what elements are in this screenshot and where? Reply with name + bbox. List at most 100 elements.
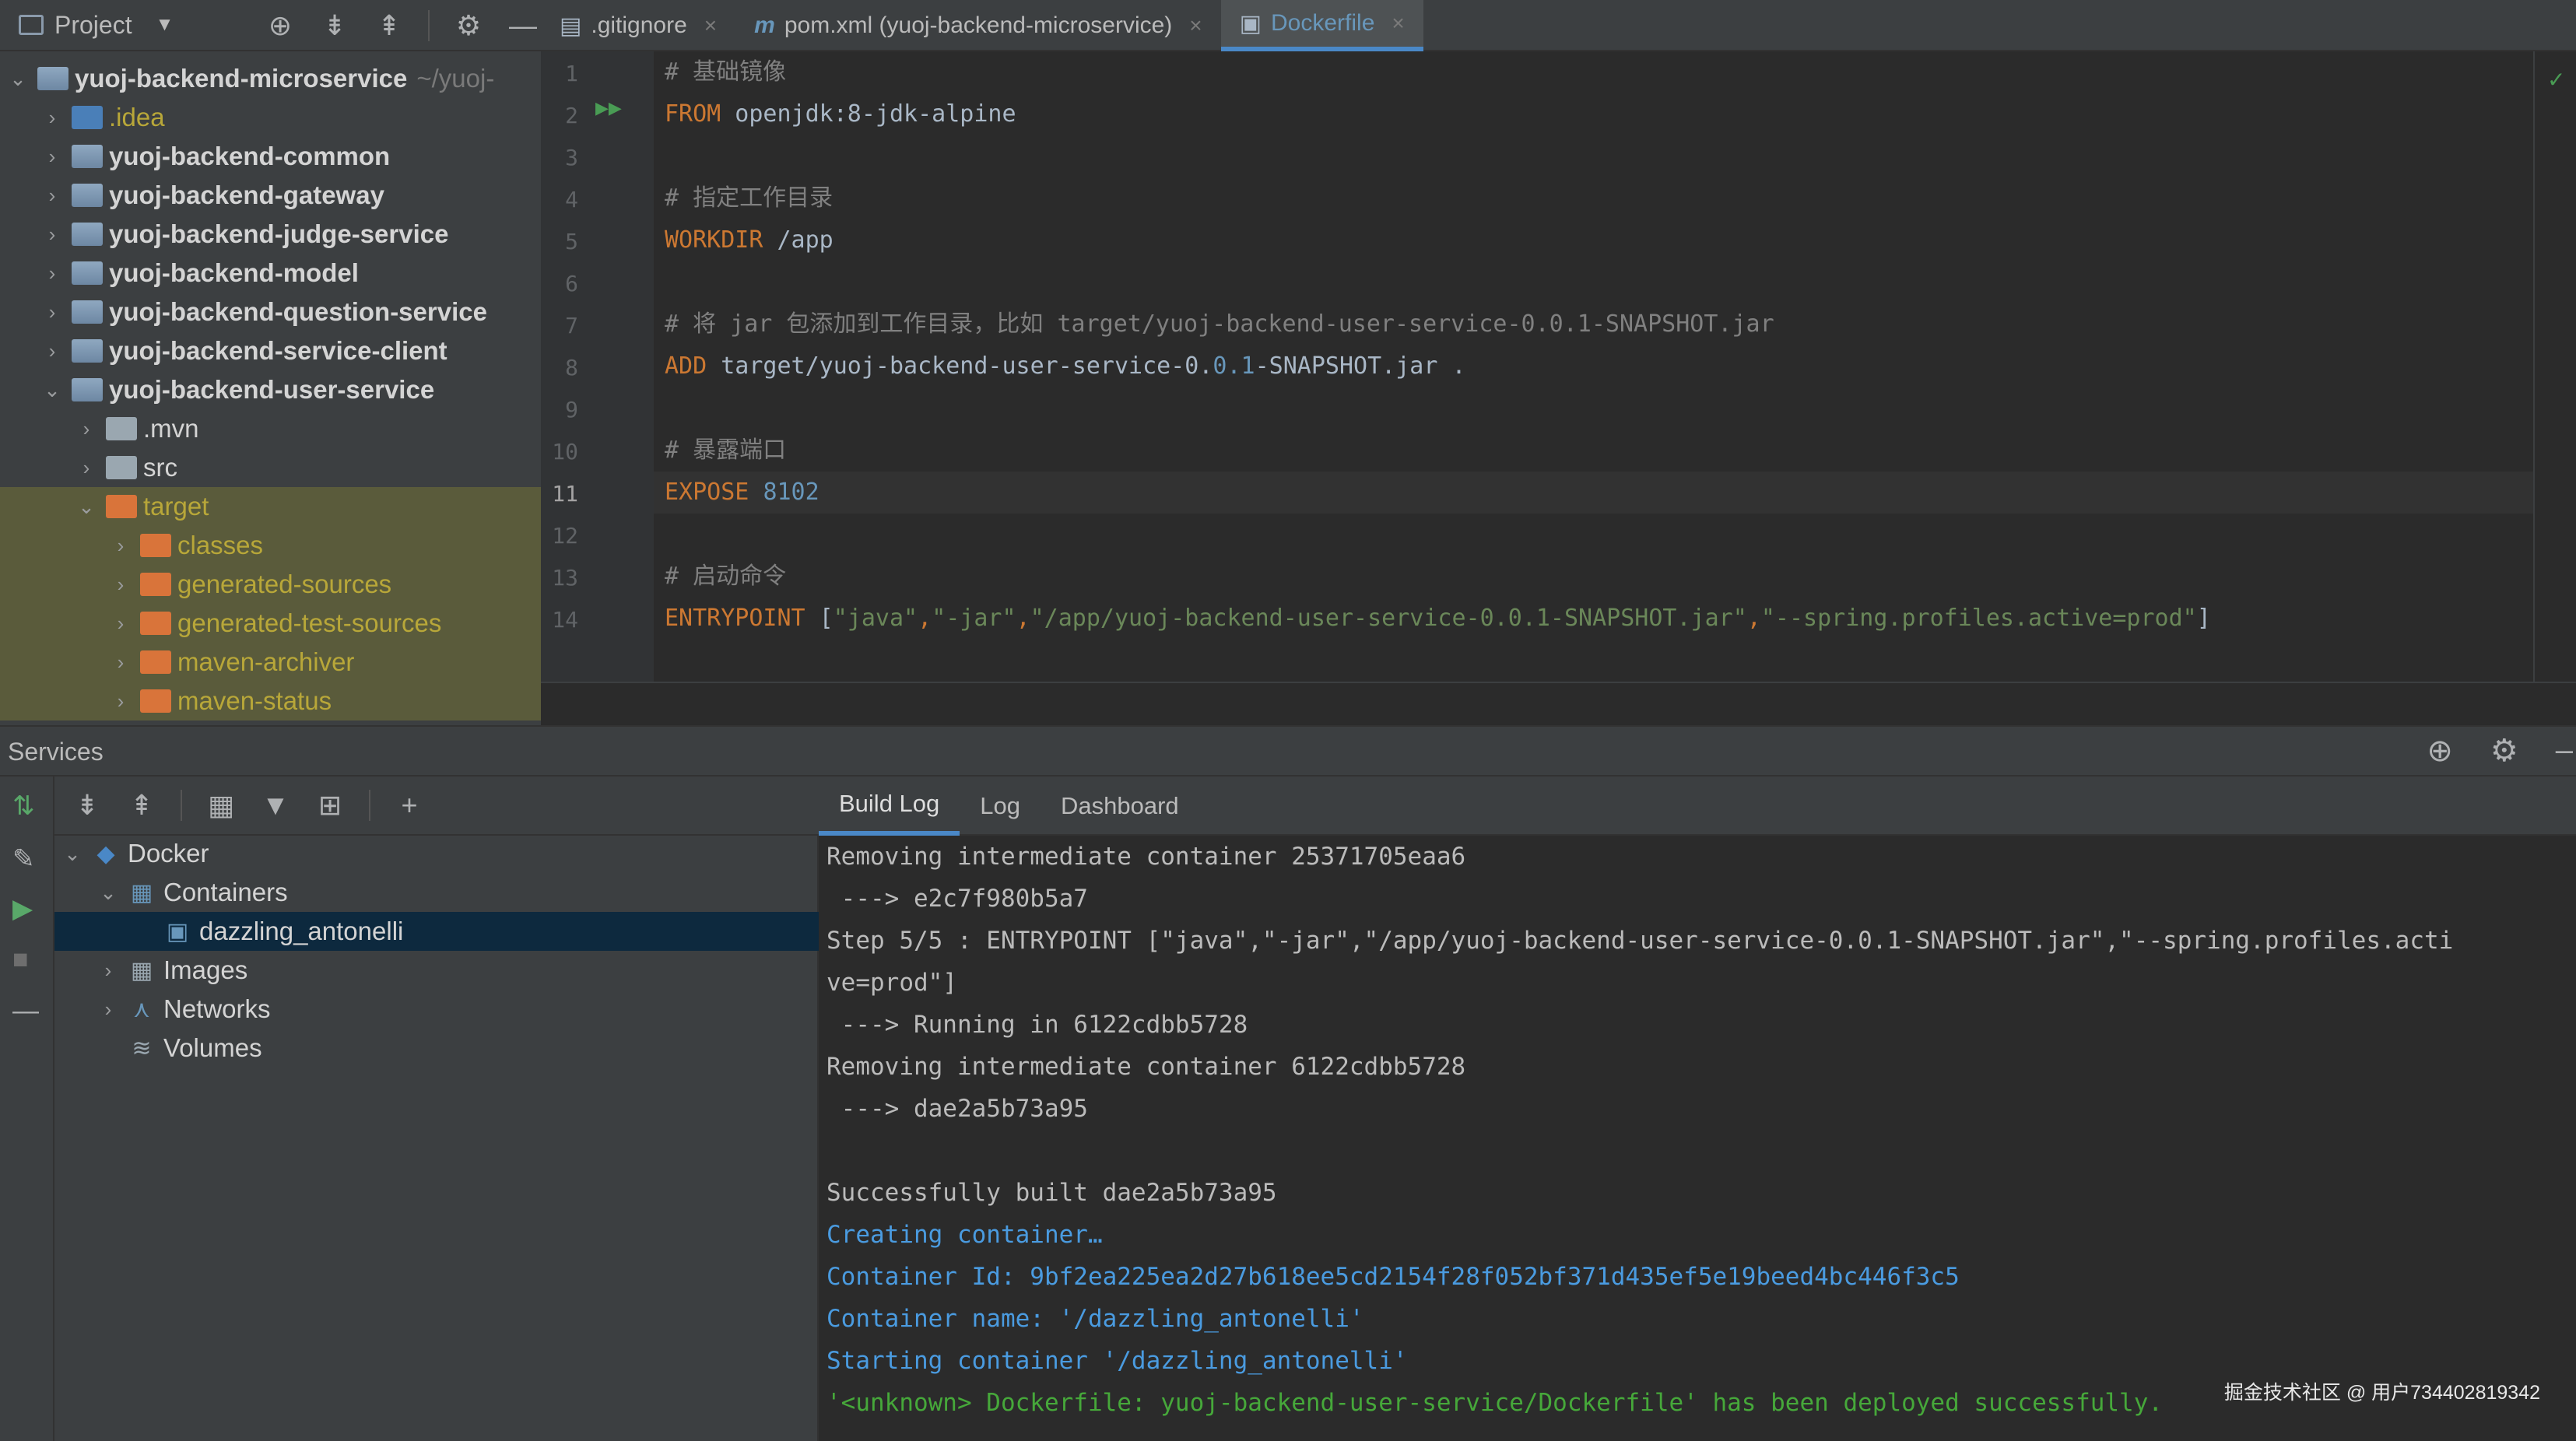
project-panel-header: Project ▼ ⊕ ⇟ ⇞ ⚙ — <box>0 0 541 51</box>
chevron-right-icon[interactable]: › <box>40 145 64 169</box>
build-log[interactable]: Removing intermediate container 25371705… <box>819 836 2576 1441</box>
chevron-right-icon[interactable]: › <box>75 456 98 480</box>
chevron-right-icon[interactable]: › <box>109 650 132 675</box>
code-line: # 指定工作目录 <box>665 177 833 219</box>
services-tree-item[interactable]: ⌄ ◆ Docker <box>54 834 819 873</box>
tree-item[interactable]: ⌄ target <box>0 487 541 526</box>
run-icon[interactable]: ▶▶ <box>595 98 622 118</box>
chevron-right-icon[interactable]: › <box>109 689 132 713</box>
expand-all-icon[interactable]: ⇟ <box>72 789 103 822</box>
tree-item[interactable]: › maven-status <box>0 682 541 720</box>
close-icon[interactable]: × <box>1189 13 1202 38</box>
tree-item[interactable]: ⌄ yuoj-backend-microservice ~/yuoj- <box>0 59 541 98</box>
tree-item[interactable]: › yuoj-backend-gateway <box>0 176 541 215</box>
tree-item[interactable]: › yuoj-backend-model <box>0 254 541 293</box>
tree-item[interactable]: › src <box>0 448 541 487</box>
chevron-right-icon[interactable]: › <box>40 339 64 363</box>
hide-icon[interactable]: — <box>507 9 539 42</box>
services-tree-label: Networks <box>163 994 271 1023</box>
chevron-right-icon[interactable]: › <box>40 106 64 130</box>
group-by-icon[interactable]: ▦ <box>205 789 237 822</box>
log-tab[interactable]: Build Log <box>819 777 960 836</box>
folder-icon <box>140 573 171 596</box>
chevron-right-icon[interactable]: › <box>40 184 64 208</box>
expand-all-icon[interactable]: ⇟ <box>319 9 350 42</box>
close-icon[interactable]: × <box>1392 11 1404 36</box>
chevron-right-icon[interactable]: › <box>40 261 64 286</box>
gear-icon[interactable]: ⚙ <box>453 9 484 42</box>
editor-tab[interactable]: ▣ Dockerfile × <box>1220 0 1423 51</box>
code-editor[interactable]: # 基础镜像 FROM openjdk:8-jdk-alpine # 指定工作目录 W… <box>654 51 2533 682</box>
tree-item[interactable]: ⌄ yuoj-backend-user-service <box>0 370 541 409</box>
collapse-all-icon[interactable]: ⇞ <box>374 9 405 42</box>
log-line: '<unknown> Dockerfile: yuoj-backend-user… <box>826 1389 2164 1417</box>
remove-icon[interactable]: — <box>12 996 39 1026</box>
tree-item[interactable]: › yuoj-backend-question-service <box>0 293 541 331</box>
tree-item[interactable]: › .idea <box>0 98 541 137</box>
locate-icon[interactable]: ⊕ <box>2427 733 2453 769</box>
tree-item[interactable]: › yuoj-backend-common <box>0 137 541 176</box>
chevron-down-icon[interactable]: ⌄ <box>75 495 98 519</box>
services-tree-item[interactable]: › ⋏ Networks <box>54 990 819 1029</box>
services-tree-label: Images <box>163 955 248 984</box>
project-panel-icon <box>19 15 44 35</box>
chevron-right-icon[interactable]: › <box>75 417 98 441</box>
editor-right-strip: ✓ <box>2533 51 2576 682</box>
folder-icon <box>106 495 137 518</box>
folder-icon <box>72 106 103 129</box>
services-tree-item[interactable]: ▣ dazzling_antonelli <box>54 912 819 951</box>
chevron-down-icon[interactable]: ▼ <box>156 14 174 36</box>
chevron-right-icon[interactable]: › <box>40 300 64 324</box>
services-tree-item[interactable]: › ▦ Images <box>54 951 819 990</box>
services-title: Services <box>8 738 104 766</box>
chevron-right-icon[interactable]: › <box>109 573 132 597</box>
chevron-right-icon[interactable]: › <box>40 223 64 247</box>
chevron-right-icon[interactable]: › <box>109 534 132 558</box>
gear-icon[interactable]: ⚙ <box>2490 733 2518 769</box>
code-token: # 指定工作目录 <box>665 184 834 212</box>
code-token: # 启动命令 <box>665 563 787 590</box>
edit-icon[interactable]: ✎ <box>12 843 35 875</box>
toolbar-separator <box>181 790 182 821</box>
services-action-strip: ⇅ ✎ ▶ ■ — <box>0 777 54 1441</box>
editor-horizontal-scroll[interactable] <box>541 682 2576 725</box>
services-tree-item[interactable]: ⌄ ▦ Containers <box>54 873 819 912</box>
tree-item[interactable]: › generated-test-sources <box>0 604 541 643</box>
tree-item[interactable]: › maven-archiver <box>0 643 541 682</box>
editor-tab[interactable]: m pom.xml (yuoj-backend-microservice) × <box>735 0 1221 51</box>
chevron-down-icon[interactable]: ⌄ <box>6 67 30 91</box>
new-tab-icon[interactable]: ⊞ <box>314 789 346 822</box>
close-icon[interactable]: × <box>704 13 717 38</box>
services-tree-item[interactable]: ≋ Volumes <box>54 1029 819 1068</box>
deploy-icon[interactable]: ⇅ <box>12 791 35 822</box>
maven-file-icon: m <box>754 12 775 38</box>
collapse-all-icon[interactable]: ⇞ <box>126 789 157 822</box>
chevron-down-icon[interactable]: ⌄ <box>61 842 84 866</box>
locate-icon[interactable]: ⊕ <box>265 9 296 42</box>
tree-item[interactable]: › classes <box>0 526 541 565</box>
tree-item[interactable]: › generated-sources <box>0 565 541 604</box>
chevron-right-icon[interactable]: › <box>97 997 120 1022</box>
editor-tab[interactable]: ▤ .gitignore × <box>541 0 735 51</box>
run-icon[interactable]: ▶ <box>12 893 33 924</box>
filter-icon[interactable]: ▼ <box>260 789 291 822</box>
tree-item[interactable]: › yuoj-backend-judge-service <box>0 215 541 254</box>
stop-icon[interactable]: ■ <box>12 945 29 975</box>
chevron-down-icon[interactable]: ⌄ <box>97 881 120 905</box>
line-number: 9 <box>565 397 578 422</box>
tree-item[interactable]: › .mvn <box>0 409 541 448</box>
toolbar-separator <box>428 10 430 41</box>
tree-item-label: yuoj-backend-judge-service <box>109 219 449 248</box>
hide-icon[interactable]: – <box>2556 733 2573 769</box>
chevron-right-icon[interactable]: › <box>97 959 120 983</box>
tree-item[interactable]: › yuoj-backend-service-client <box>0 331 541 370</box>
log-tab[interactable]: Dashboard <box>1041 777 1199 836</box>
project-panel-title[interactable]: Project <box>54 11 132 40</box>
module-folder-icon <box>72 223 103 246</box>
chevron-down-icon[interactable]: ⌄ <box>40 378 64 402</box>
log-tab[interactable]: Log <box>960 777 1041 836</box>
services-tree-label: dazzling_antonelli <box>199 917 404 945</box>
add-icon[interactable]: + <box>394 789 425 822</box>
containers-icon: ▦ <box>130 879 153 906</box>
chevron-right-icon[interactable]: › <box>109 612 132 636</box>
